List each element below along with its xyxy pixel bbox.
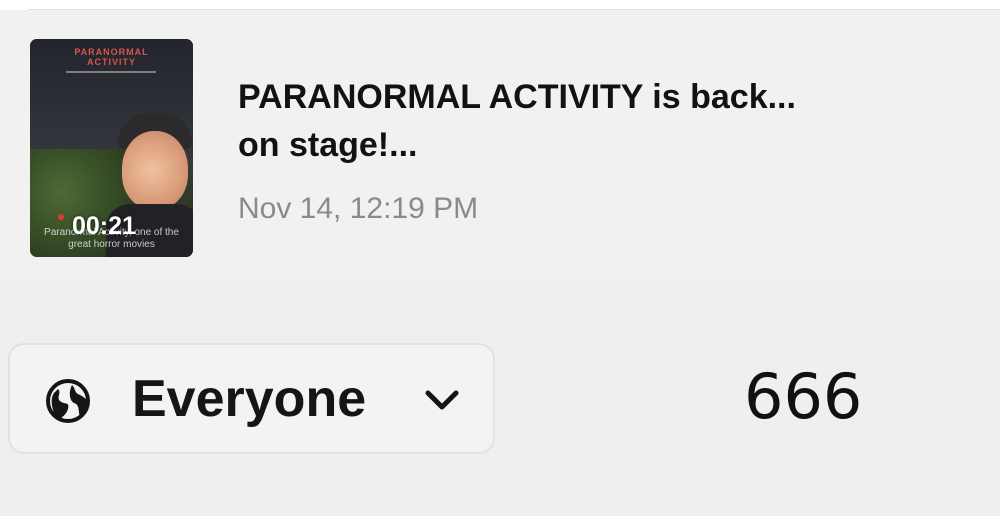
post-date: Nov 14, 12:19 PM (238, 192, 479, 225)
visibility-selected-label: Everyone (132, 370, 367, 428)
view-count: 666 (744, 360, 863, 433)
thumbnail-person-face (122, 131, 188, 209)
video-thumbnail[interactable]: PARANORMAL ACTIVITY Paranormal Activity,… (30, 39, 193, 257)
post-controls-row: Everyone 666 (0, 282, 1000, 516)
visibility-dropdown[interactable]: Everyone (8, 343, 495, 454)
top-divider-strip (0, 0, 1000, 10)
video-duration: 00:21 (72, 212, 136, 240)
thumbnail-poster-title: PARANORMAL ACTIVITY (74, 47, 149, 67)
record-dot-icon (58, 214, 64, 220)
globe-icon (46, 379, 90, 423)
chevron-down-icon (425, 390, 459, 410)
post-row[interactable]: PARANORMAL ACTIVITY Paranormal Activity,… (0, 10, 1000, 280)
post-title[interactable]: PARANORMAL ACTIVITY is back... on stage!… (238, 73, 878, 169)
thumbnail-poster-subline (66, 71, 156, 73)
